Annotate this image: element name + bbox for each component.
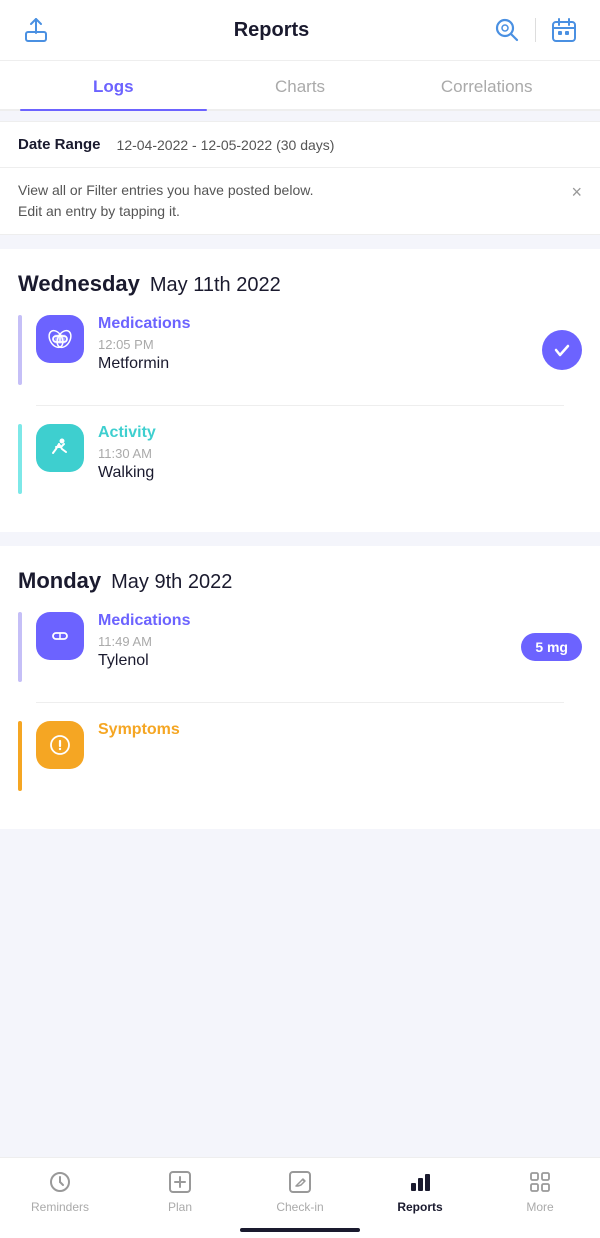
entry-name: Metformin	[98, 355, 542, 373]
nav-item-reminders[interactable]: Reminders	[0, 1168, 120, 1214]
log-entry-metformin[interactable]: Medications 12:05 PM Metformin	[18, 315, 582, 385]
main-content: Date Range 12-04-2022 - 12-05-2022 (30 d…	[0, 121, 600, 929]
activity-icon	[36, 424, 84, 472]
export-icon[interactable]	[20, 14, 52, 46]
divider	[36, 702, 564, 703]
nav-label-reminders: Reminders	[31, 1200, 89, 1214]
edit-icon	[286, 1168, 314, 1196]
entry-time: 11:30 AM	[98, 446, 582, 461]
dose-badge: 5 mg	[521, 633, 582, 661]
day-section-monday: Monday May 9th 2022 Medications 11:49 AM…	[0, 546, 600, 829]
bar-chart-icon	[406, 1168, 434, 1196]
symptoms-icon	[36, 721, 84, 769]
date-range-bar[interactable]: Date Range 12-04-2022 - 12-05-2022 (30 d…	[0, 121, 600, 168]
entry-category: Activity	[98, 424, 582, 442]
entry-name: Walking	[98, 464, 582, 482]
nav-label-reports: Reports	[397, 1200, 442, 1214]
date-range-label: Date Range	[18, 136, 101, 153]
entry-time: 12:05 PM	[98, 337, 542, 352]
entry-content-symptoms: Symptoms	[98, 721, 582, 743]
log-entry-tylenol[interactable]: Medications 11:49 AM Tylenol 5 mg	[18, 612, 582, 682]
plus-square-icon	[166, 1168, 194, 1196]
nav-item-more[interactable]: More	[480, 1168, 600, 1214]
clock-icon	[46, 1168, 74, 1196]
nav-label-plan: Plan	[168, 1200, 192, 1214]
log-entry-symptoms[interactable]: Symptoms	[18, 721, 582, 791]
entry-category: Medications	[98, 612, 521, 630]
day-header-wednesday: Wednesday May 11th 2022	[18, 271, 582, 297]
tab-logs[interactable]: Logs	[20, 61, 207, 109]
nav-item-checkin[interactable]: Check-in	[240, 1168, 360, 1214]
log-entry-walking[interactable]: Activity 11:30 AM Walking	[18, 424, 582, 494]
entry-content-metformin: Medications 12:05 PM Metformin	[98, 315, 542, 373]
header: Reports	[0, 0, 600, 61]
left-bar-cyan	[18, 424, 22, 494]
left-bar-purple	[18, 315, 22, 385]
entry-name: Tylenol	[98, 652, 521, 670]
day-header-monday: Monday May 9th 2022	[18, 568, 582, 594]
tab-charts[interactable]: Charts	[207, 61, 394, 109]
info-banner: View all or Filter entries you have post…	[0, 168, 600, 235]
nav-label-more: More	[526, 1200, 553, 1214]
entry-content-tylenol: Medications 11:49 AM Tylenol	[98, 612, 521, 670]
entry-category: Medications	[98, 315, 542, 333]
grid-icon	[526, 1168, 554, 1196]
info-banner-text: View all or Filter entries you have post…	[18, 180, 561, 222]
day-date: May 11th 2022	[150, 274, 281, 297]
medications-icon	[36, 315, 84, 363]
home-indicator	[240, 1228, 360, 1232]
left-bar-purple	[18, 612, 22, 682]
info-close-button[interactable]: ×	[561, 182, 582, 203]
header-right	[491, 14, 580, 46]
entry-content-walking: Activity 11:30 AM Walking	[98, 424, 582, 482]
entry-category: Symptoms	[98, 721, 582, 739]
tab-correlations[interactable]: Correlations	[393, 61, 580, 109]
page-title: Reports	[234, 19, 310, 42]
check-badge	[542, 330, 582, 370]
left-bar-orange	[18, 721, 22, 791]
day-date: May 9th 2022	[111, 571, 232, 594]
nav-item-plan[interactable]: Plan	[120, 1168, 240, 1214]
date-range-value: 12-04-2022 - 12-05-2022 (30 days)	[117, 137, 335, 153]
calendar-icon[interactable]	[548, 14, 580, 46]
day-name: Monday	[18, 568, 101, 594]
tab-bar: Logs Charts Correlations	[0, 61, 600, 111]
nav-label-checkin: Check-in	[276, 1200, 323, 1214]
header-left	[20, 14, 52, 46]
day-name: Wednesday	[18, 271, 140, 297]
search-icon[interactable]	[491, 14, 523, 46]
entry-time: 11:49 AM	[98, 634, 521, 649]
divider	[36, 405, 564, 406]
medications-icon-2	[36, 612, 84, 660]
divider	[535, 18, 536, 42]
nav-item-reports[interactable]: Reports	[360, 1168, 480, 1214]
bottom-nav: Reminders Plan Check-in	[0, 1157, 600, 1238]
day-section-wednesday: Wednesday May 11th 2022 Medications 12:	[0, 249, 600, 532]
